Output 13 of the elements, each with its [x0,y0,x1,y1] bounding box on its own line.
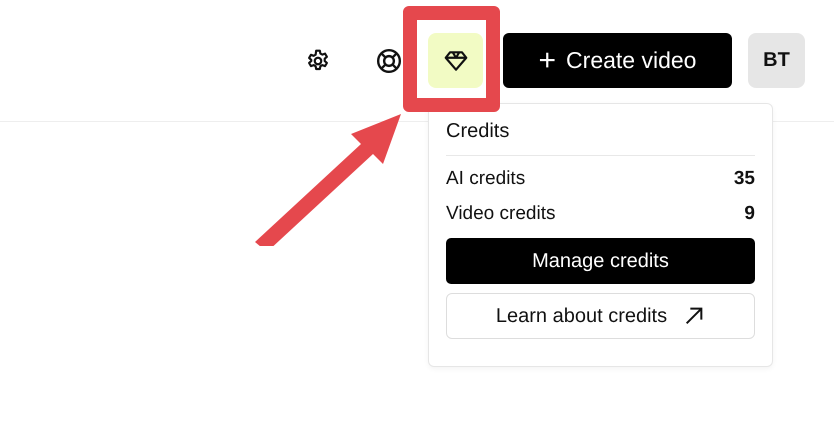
credits-button[interactable] [428,33,483,88]
popover-title: Credits [446,120,510,143]
external-arrow-icon [683,305,706,327]
learn-credits-button[interactable]: Learn about credits [446,293,755,339]
credit-value: 9 [744,203,755,225]
lifebuoy-icon [376,48,402,74]
user-avatar[interactable]: BT [748,33,805,88]
credit-label: Video credits [446,203,556,225]
create-video-button[interactable]: + Create video [503,33,732,88]
plus-icon: + [538,46,556,76]
manage-credits-button[interactable]: Manage credits [446,238,755,284]
credit-value: 35 [734,168,755,190]
credit-label: AI credits [446,168,526,190]
